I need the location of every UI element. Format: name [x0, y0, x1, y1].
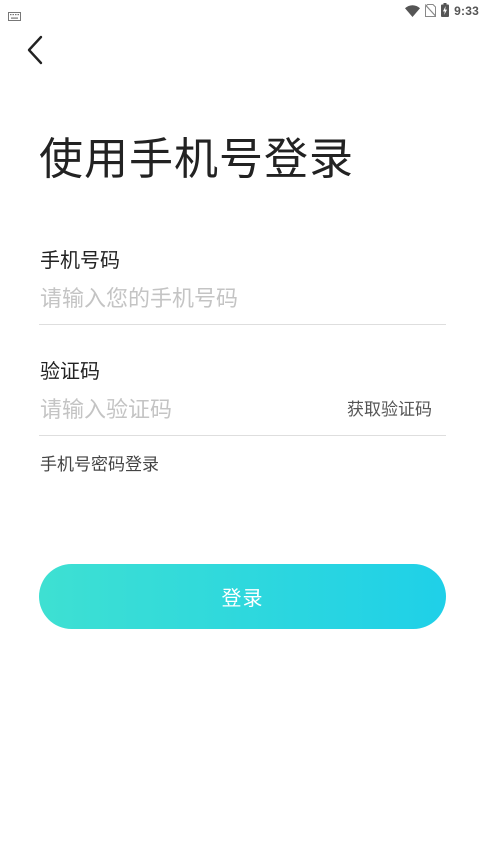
keyboard-icon — [8, 6, 21, 21]
get-code-button[interactable]: 获取验证码 — [347, 397, 432, 423]
login-screen: 9:33 使用手机号登录 手机号码 验证码 获取验证码 手机号密码登录 登录 — [0, 0, 485, 862]
verification-code-input[interactable] — [40, 393, 330, 427]
status-icons: 9:33 — [405, 2, 479, 20]
login-button[interactable]: 登录 — [39, 564, 446, 629]
password-login-link[interactable]: 手机号密码登录 — [40, 452, 159, 478]
phone-label: 手机号码 — [40, 248, 120, 272]
battery-charging-icon — [441, 2, 450, 21]
back-button[interactable] — [18, 34, 52, 70]
no-sim-icon — [424, 2, 437, 21]
code-label: 验证码 — [40, 359, 100, 383]
status-time: 9:33 — [454, 4, 479, 18]
status-bar: 9:33 — [0, 0, 485, 22]
chevron-left-icon — [26, 35, 44, 69]
phone-input[interactable] — [40, 282, 440, 316]
wifi-icon — [405, 2, 421, 21]
page-title: 使用手机号登录 — [39, 134, 354, 185]
login-button-label: 登录 — [221, 586, 264, 610]
phone-divider — [39, 324, 446, 325]
code-divider — [39, 435, 446, 436]
